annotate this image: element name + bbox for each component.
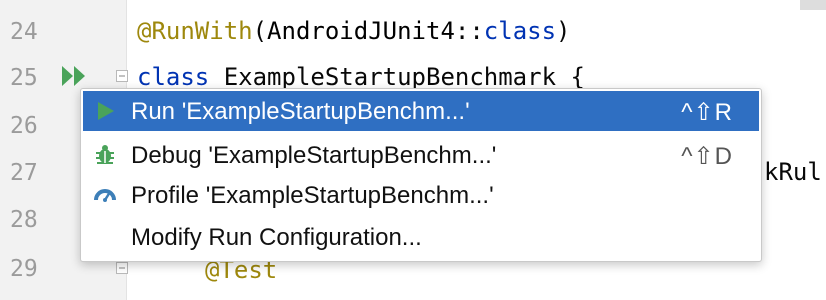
- profile-icon: [94, 189, 116, 202]
- class-ref-token: AndroidJUnit4: [267, 17, 455, 45]
- menu-item-label: Profile 'ExampleStartupBenchm...': [131, 182, 494, 209]
- menu-item-run[interactable]: Run 'ExampleStartupBenchm...' ^⇧R: [83, 91, 759, 131]
- scrollbar-top: [800, 0, 826, 10]
- menu-item-label: Run 'ExampleStartupBenchm...': [131, 98, 470, 125]
- paren-token: ): [556, 17, 571, 45]
- menu-item-label: Debug 'ExampleStartupBenchm...': [131, 142, 497, 169]
- fold-icon[interactable]: [116, 70, 128, 82]
- code-line-24: @RunWith(AndroidJUnit4::class): [137, 16, 571, 46]
- keyword-token: class: [483, 17, 557, 45]
- run-gutter-icon[interactable]: [60, 63, 90, 89]
- fold-icon[interactable]: [116, 262, 128, 274]
- annotation-token: @RunWith: [137, 17, 253, 45]
- class-decl-token: ExampleStartupBenchmark {: [209, 63, 585, 91]
- code-line-27-tail: kRul: [764, 158, 822, 186]
- line-number: 26: [10, 113, 38, 139]
- operator-token: ::: [454, 17, 484, 45]
- menu-item-profile[interactable]: Profile 'ExampleStartupBenchm...': [83, 175, 759, 215]
- shortcut-label: ^⇧R: [681, 99, 733, 126]
- line-number: 28: [10, 207, 38, 233]
- line-number: 25: [10, 65, 38, 91]
- menu-item-debug[interactable]: Debug 'ExampleStartupBenchm...' ^⇧D: [83, 135, 759, 175]
- menu-item-modify-run-configuration[interactable]: Modify Run Configuration...: [83, 217, 759, 257]
- keyword-token: class: [137, 63, 210, 91]
- menu-item-label: Modify Run Configuration...: [131, 224, 422, 251]
- line-number: 24: [10, 19, 38, 45]
- line-number: 27: [10, 160, 38, 186]
- line-number: 29: [10, 256, 38, 282]
- debug-icon: [96, 145, 114, 164]
- shortcut-label: ^⇧D: [681, 143, 733, 170]
- run-context-menu: Run 'ExampleStartupBenchm...' ^⇧R Debug …: [80, 88, 762, 262]
- paren-token: (: [252, 17, 268, 45]
- run-icon: [98, 102, 114, 120]
